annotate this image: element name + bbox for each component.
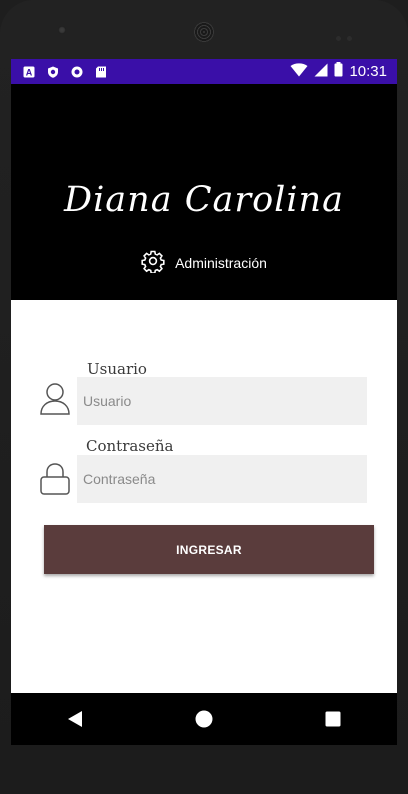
signal-icon [314,63,328,81]
sd-card-icon [95,66,107,78]
login-form: Usuario Contraseña INGRESAR [11,300,397,693]
earpiece-speaker [194,22,214,42]
battery-icon [334,62,343,81]
login-button[interactable]: INGRESAR [44,525,374,574]
admin-link[interactable]: Administración [11,249,397,276]
password-label: Contraseña [86,437,174,455]
a-icon: A [23,66,35,78]
lock-icon [39,462,71,496]
recents-icon[interactable] [313,699,353,739]
phone-frame: A 10:31 Diana Carolina Administración Us… [0,0,408,794]
header-banner: Diana Carolina Administración [11,84,397,300]
svg-text:A: A [26,67,33,77]
username-field [77,376,367,426]
circle-icon [71,66,83,78]
app-title: Diana Carolina [64,180,344,220]
wifi-icon [290,62,308,81]
back-icon[interactable] [55,699,95,739]
clock: 10:31 [349,63,387,80]
home-icon[interactable] [184,699,224,739]
sensor-dots [336,28,358,41]
user-icon [39,382,71,416]
gear-icon [141,249,165,276]
screen: A 10:31 Diana Carolina Administración Us… [11,59,397,745]
status-bar: A 10:31 [11,59,397,84]
password-input[interactable] [77,454,367,504]
front-camera [58,26,66,34]
navigation-bar [11,693,397,745]
shield-icon [47,66,59,78]
password-field [77,454,367,504]
username-input[interactable] [77,376,367,426]
admin-label: Administración [175,254,267,271]
